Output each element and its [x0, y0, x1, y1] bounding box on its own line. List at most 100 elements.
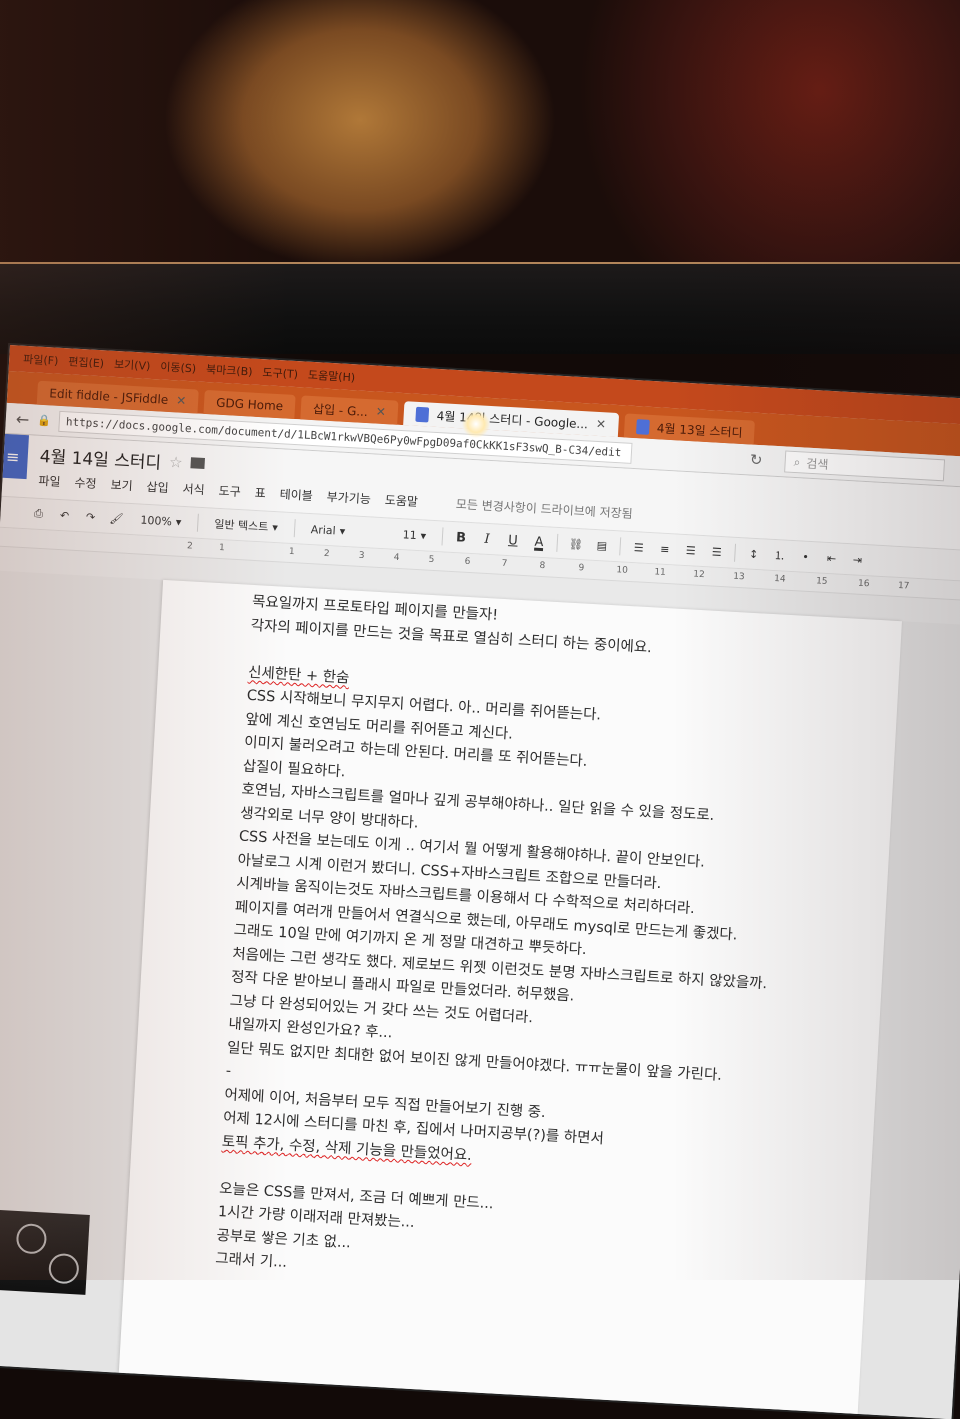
- line-text: 삽질이 필요하다.: [242, 758, 346, 780]
- docs-menu-table[interactable]: 표: [254, 484, 266, 502]
- ruler-tick: 13: [732, 571, 745, 583]
- ruler-tick: 14: [773, 574, 786, 585]
- divider: [619, 537, 622, 556]
- align-center-icon[interactable]: ≡: [656, 538, 673, 559]
- divider: [293, 519, 296, 538]
- ruler-tick: 16: [857, 578, 870, 590]
- doc-page[interactable]: 목요일까지 프로토타입 페이지를 만들자! 각자의 페이지를 만드는 것을 목표…: [118, 579, 902, 1414]
- ruler-tick: 5: [428, 554, 435, 566]
- menu-file[interactable]: 파일(F): [23, 351, 59, 369]
- back-arrow-icon[interactable]: ←: [15, 409, 29, 429]
- doc-title-row: 4월 14일 스터디 ☆: [39, 442, 205, 476]
- ruler-tick: 11: [654, 567, 667, 578]
- line-text: 그래서 기...: [214, 1250, 288, 1271]
- doc-title[interactable]: 4월 14일 스터디: [39, 442, 162, 474]
- ruler-tick: 1: [288, 546, 295, 558]
- line-spacing-icon[interactable]: ↕: [745, 543, 762, 564]
- search-input[interactable]: ⌕ 검색: [784, 450, 946, 482]
- menu-help[interactable]: 도움말(H): [308, 367, 356, 386]
- divider: [196, 513, 199, 532]
- ruler-tick: 12: [692, 569, 705, 581]
- star-icon[interactable]: ☆: [169, 453, 183, 472]
- docs-menu-format[interactable]: 서식: [182, 480, 205, 498]
- ruler-tick: 15: [815, 576, 828, 587]
- numbered-list-icon[interactable]: ⒈: [771, 545, 788, 566]
- save-status: 모든 변경사항이 드라이브에 저장됨: [455, 497, 634, 522]
- docs-icon: [415, 406, 430, 422]
- docs-menu-view[interactable]: 보기: [110, 476, 133, 494]
- docs-icon: [635, 418, 650, 435]
- ruler-tick: 10: [616, 565, 629, 576]
- increase-indent-icon[interactable]: ⇥: [849, 549, 866, 570]
- ruler-tick: 8: [539, 560, 546, 572]
- undo-icon[interactable]: ↶: [56, 505, 73, 526]
- bold-button[interactable]: B: [453, 527, 470, 548]
- docs-menu-file[interactable]: 파일: [38, 472, 61, 490]
- os-taskbar: [0, 1210, 90, 1295]
- menu-tools[interactable]: 도구(T): [262, 364, 298, 382]
- font-select[interactable]: Arial ▾: [304, 520, 387, 543]
- docs-menu-table2[interactable]: 테이블: [279, 485, 313, 504]
- ruler-tick: 9: [578, 563, 585, 574]
- docs-menu-edit[interactable]: 수정: [74, 474, 97, 492]
- ruler-tick: 1: [218, 542, 225, 554]
- tab-label: Edit fiddle - JSFiddle: [48, 386, 169, 407]
- align-right-icon[interactable]: ☰: [682, 540, 699, 561]
- lock-icon: 🔒: [36, 413, 52, 427]
- ruler-tick: 3: [358, 550, 365, 562]
- comment-icon[interactable]: ▤: [593, 535, 610, 556]
- menu-bookmarks[interactable]: 북마크(B): [206, 361, 253, 380]
- close-icon[interactable]: ✕: [176, 393, 187, 408]
- ruler-tick: 17: [897, 580, 910, 592]
- ruler-tick: 7: [501, 558, 508, 570]
- divider: [734, 543, 737, 562]
- close-icon[interactable]: ✕: [596, 417, 607, 432]
- text-color-button[interactable]: A: [530, 531, 547, 552]
- align-left-icon[interactable]: ☰: [630, 537, 647, 558]
- paint-format-icon[interactable]: 🖌: [108, 508, 125, 529]
- tab-label: 4월 13일 스터디: [656, 420, 743, 440]
- font-size-select[interactable]: 11 ▾: [396, 525, 432, 545]
- tab-label: GDG Home: [215, 395, 284, 414]
- docs-menu-tools[interactable]: 도구: [218, 482, 241, 500]
- folder-icon[interactable]: [190, 457, 205, 470]
- menu-view[interactable]: 보기(V): [114, 356, 151, 374]
- tab-gdg[interactable]: GDG Home: [203, 389, 296, 419]
- ruler-tick: 2: [323, 548, 330, 560]
- style-value: 일반 텍스트: [213, 517, 269, 534]
- divider: [556, 533, 559, 552]
- reload-icon[interactable]: ↻: [749, 450, 763, 469]
- ruler-tick: 4: [393, 552, 400, 564]
- zoom-value: 100%: [140, 513, 173, 528]
- decrease-indent-icon[interactable]: ⇤: [823, 548, 840, 569]
- close-icon[interactable]: ✕: [375, 405, 386, 420]
- doc-body[interactable]: 목요일까지 프로토타입 페이지를 만들자! 각자의 페이지를 만드는 것을 목표…: [215, 591, 882, 1307]
- docs-menu-help[interactable]: 도움말: [384, 491, 418, 510]
- ruler-tick: 2: [186, 541, 194, 552]
- style-select[interactable]: 일반 텍스트 ▾: [208, 514, 285, 536]
- docs-menu-insert[interactable]: 삽입: [146, 478, 169, 496]
- search-placeholder: 검색: [805, 456, 829, 472]
- divider: [441, 527, 444, 546]
- align-justify-icon[interactable]: ☰: [708, 541, 725, 562]
- tab-label: 4월 14일 스터디 - Google...: [436, 408, 589, 431]
- line-text: -: [225, 1063, 232, 1080]
- zoom-select[interactable]: 100% ▾: [134, 510, 188, 531]
- line-text: 공부로 쌓은 기초 없...: [216, 1227, 352, 1251]
- font-size-value: 11: [402, 527, 418, 542]
- bulleted-list-icon[interactable]: •: [797, 546, 814, 567]
- italic-button[interactable]: I: [479, 529, 496, 550]
- menu-edit[interactable]: 편집(E): [68, 353, 105, 371]
- monitor-bezel: [0, 262, 960, 354]
- link-icon[interactable]: ⛓: [567, 533, 584, 554]
- browser-window: 파일(F) 편집(E) 보기(V) 이동(S) 북마크(B) 도구(T) 도움말…: [0, 345, 960, 1419]
- print-icon[interactable]: ⎙: [30, 503, 47, 524]
- app-icon[interactable]: [15, 1222, 48, 1255]
- underline-button[interactable]: U: [504, 530, 521, 551]
- redo-icon[interactable]: ↷: [82, 506, 99, 527]
- docs-menu-icon[interactable]: ≡: [0, 433, 29, 480]
- line-text: 신세한탄 + 한숨: [247, 664, 350, 686]
- ruler-tick: 6: [464, 556, 471, 568]
- docs-menu-addons[interactable]: 부가기능: [326, 488, 371, 507]
- menu-go[interactable]: 이동(S): [160, 358, 197, 376]
